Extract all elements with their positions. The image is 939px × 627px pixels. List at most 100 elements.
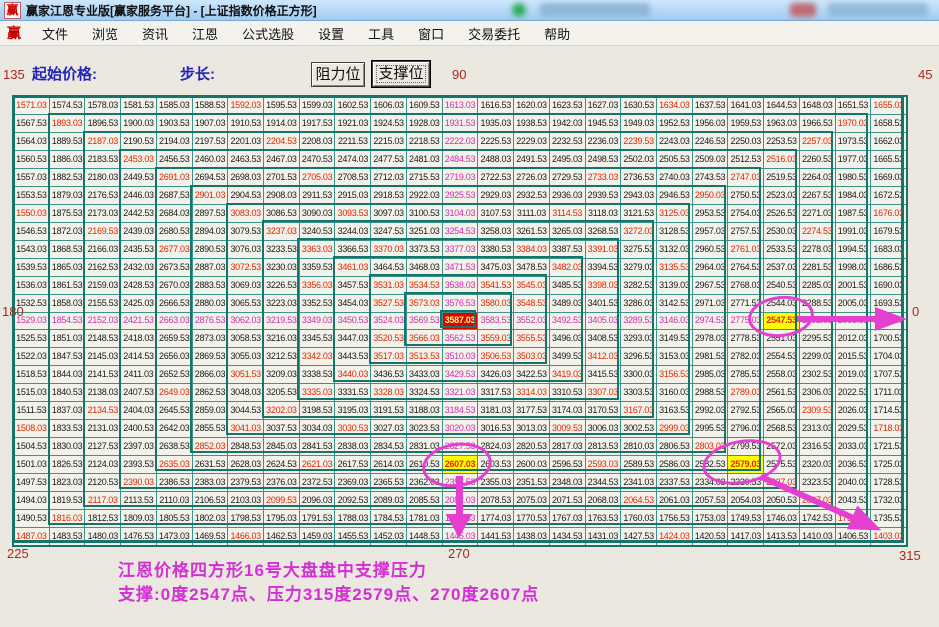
- grid-cell: 2820.53: [514, 438, 549, 456]
- privacy-blur: [540, 3, 650, 17]
- grid-cell: 3366.53: [335, 240, 371, 258]
- grid-cell: 3548.53: [514, 294, 549, 312]
- grid-cell: 2152.03: [85, 312, 121, 330]
- grid-cell: 3513.53: [406, 348, 442, 366]
- grid-cell: 3132.03: [656, 240, 692, 258]
- grid-cell: 3482.03: [549, 258, 585, 276]
- grid-cell: 3037.53: [264, 420, 299, 438]
- grid-cell: 2103.03: [228, 492, 264, 510]
- grid-cell: 1935.03: [478, 114, 514, 132]
- grid-cell: 2078.53: [478, 492, 514, 510]
- grid-cell: 3464.53: [371, 258, 406, 276]
- grid-cell: 2862.53: [192, 384, 228, 402]
- grid-cell: 2369.03: [335, 474, 371, 492]
- grid-cell: 2631.53: [192, 456, 228, 474]
- grid-cell: 2085.53: [406, 492, 442, 510]
- support-button[interactable]: 支撑位: [371, 60, 431, 88]
- grid-cell: 1543.03: [14, 240, 49, 258]
- grid-cell: 2351.53: [514, 474, 549, 492]
- grid-cell: 3009.53: [549, 420, 585, 438]
- grid-cell: 2621.03: [299, 456, 335, 474]
- grid-cell: 3492.53: [549, 312, 585, 330]
- grid-cell: 1812.53: [85, 510, 121, 528]
- grid-cell: 2624.53: [264, 456, 299, 474]
- grid-cell: 2701.53: [264, 168, 299, 186]
- menu-item[interactable]: 交易委托: [456, 22, 532, 45]
- grid-cell: 3191.53: [371, 402, 406, 420]
- grid-cell: 3321.03: [442, 384, 478, 402]
- grid-cell: 1749.53: [728, 510, 764, 528]
- grid-cell: 2733.03: [585, 168, 621, 186]
- grid-cell: 1578.03: [85, 97, 121, 114]
- grid-cell: 2782.03: [728, 348, 764, 366]
- grid-cell: 3391.03: [585, 240, 621, 258]
- menu-item[interactable]: 资讯: [130, 22, 180, 45]
- grid-cell: 1424.03: [656, 528, 692, 545]
- grid-cell: 2344.53: [585, 474, 621, 492]
- grid-cell: 1998.03: [835, 258, 871, 276]
- resistance-button[interactable]: 阻力位: [311, 62, 365, 87]
- grid-cell: 2187.03: [85, 132, 121, 150]
- grid-cell: 3058.53: [228, 330, 264, 348]
- grid-cell: 1700.53: [871, 330, 906, 348]
- menu-item[interactable]: 帮助: [532, 22, 582, 45]
- menu-item[interactable]: 设置: [306, 22, 356, 45]
- grid-cell: 2470.53: [299, 150, 335, 168]
- grid-cell: 3503.03: [514, 348, 549, 366]
- grid-cell: 2201.03: [228, 132, 264, 150]
- grid-cell: 1571.03: [14, 97, 49, 114]
- grid-cell: 2750.53: [728, 186, 764, 204]
- grid-cell: 2453.03: [121, 150, 156, 168]
- grid-cell: 1942.03: [549, 114, 585, 132]
- grid-cell: 2414.53: [121, 348, 156, 366]
- grid-cell: 1802.03: [192, 510, 228, 528]
- grid-cell: 2449.53: [121, 168, 156, 186]
- grid-cell: 2761.03: [728, 240, 764, 258]
- grid-cell: 2722.53: [478, 168, 514, 186]
- grid-cell: 1882.53: [49, 168, 85, 186]
- grid-cell: 2845.03: [264, 438, 299, 456]
- grid-cell: 1588.53: [192, 97, 228, 114]
- grid-cell: 2785.53: [728, 366, 764, 384]
- grid-cell: 3331.53: [335, 384, 371, 402]
- grid-cell: 2635.03: [156, 456, 192, 474]
- grid-cell: 2019.03: [835, 366, 871, 384]
- degree-label-315: 315: [899, 548, 921, 563]
- menu-item[interactable]: 公式选股: [230, 22, 306, 45]
- grid-cell: 3440.03: [335, 366, 371, 384]
- menu-item[interactable]: 江恩: [180, 22, 230, 45]
- grid-cell: 2887.03: [192, 258, 228, 276]
- grid-cell: 3300.03: [621, 366, 656, 384]
- grid-cell: 1977.03: [835, 150, 871, 168]
- grid-cell: 2834.53: [371, 438, 406, 456]
- grid-cell: 2386.53: [156, 474, 192, 492]
- grid-cell: 1525.53: [14, 330, 49, 348]
- menu-item[interactable]: 浏览: [80, 22, 130, 45]
- grid-cell: 1770.53: [514, 510, 549, 528]
- menu-item[interactable]: 工具: [356, 22, 406, 45]
- grid-cell: 3359.53: [299, 258, 335, 276]
- grid-cell: 2540.53: [764, 276, 799, 294]
- grid-cell: 3527.53: [371, 294, 406, 312]
- grid-cell: 2096.03: [299, 492, 335, 510]
- grid-cell: 3177.53: [514, 402, 549, 420]
- grid-cell: 3310.53: [549, 384, 585, 402]
- grid-cell: 2999.03: [656, 420, 692, 438]
- grid-cell: 2614.03: [371, 456, 406, 474]
- grid-cell: 2040.03: [835, 474, 871, 492]
- grid-cell: 2509.03: [692, 150, 728, 168]
- grid-cell: 2029.53: [835, 420, 871, 438]
- menu-item[interactable]: 窗口: [406, 22, 456, 45]
- menu-item[interactable]: 文件: [30, 22, 80, 45]
- grid-cell: 2337.53: [656, 474, 692, 492]
- grid-cell: 3216.03: [264, 330, 299, 348]
- grid-cell: 1970.03: [835, 114, 871, 132]
- grid-cell: 3104.03: [442, 204, 478, 222]
- grid-cell: 1809.03: [121, 510, 156, 528]
- grid-cell: 3352.53: [299, 294, 335, 312]
- grid-cell: 2428.53: [121, 276, 156, 294]
- grid-cell: 3209.03: [264, 366, 299, 384]
- grid-cell: 3030.53: [335, 420, 371, 438]
- grid-cell: 2502.03: [621, 150, 656, 168]
- grid-cell: 3370.03: [371, 240, 406, 258]
